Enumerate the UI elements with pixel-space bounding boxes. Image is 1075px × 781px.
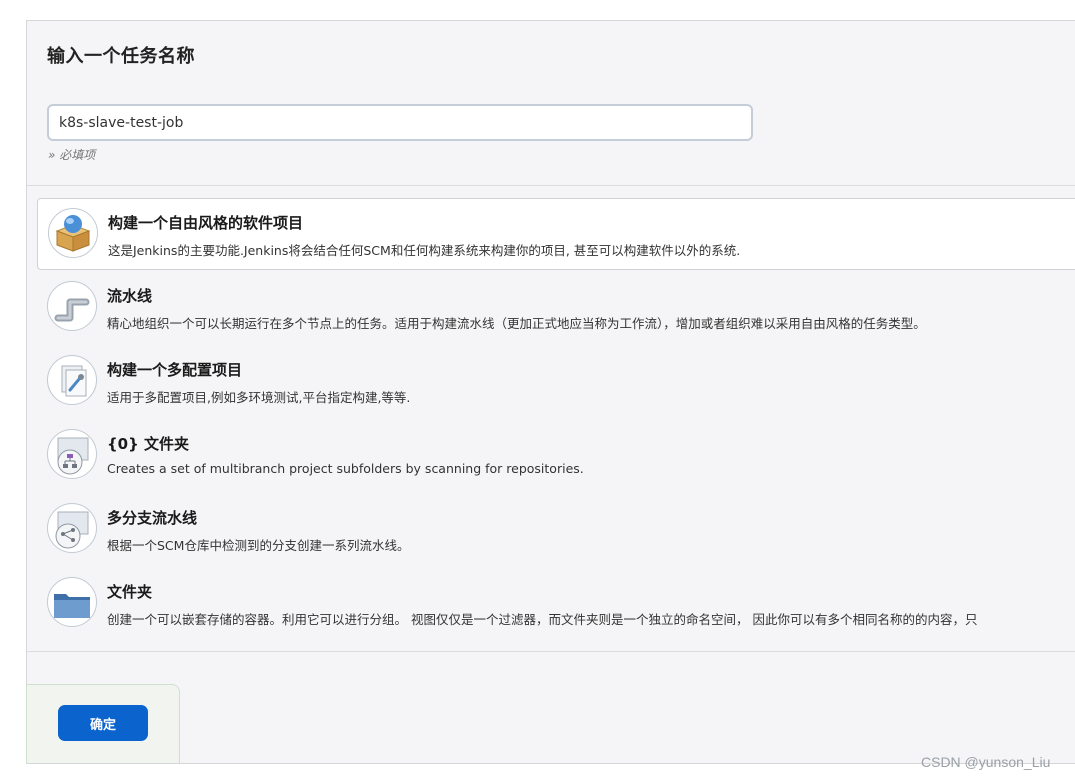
item-type-title: 构建一个自由风格的软件项目 xyxy=(108,214,304,232)
folder-icon xyxy=(47,577,97,627)
freestyle-package-icon xyxy=(48,208,98,258)
form-footer: 确定 xyxy=(26,684,180,763)
item-type-title: 构建一个多配置项目 xyxy=(107,361,243,379)
item-type-folder[interactable]: 文件夹 创建一个可以嵌套存储的容器。利用它可以进行分组。 视图仅仅是一个过滤器，… xyxy=(37,568,1075,638)
item-type-pipeline[interactable]: 流水线 精心地组织一个可以长期运行在多个节点上的任务。适用于构建流水线（更加正式… xyxy=(37,272,1075,342)
item-type-title: 多分支流水线 xyxy=(107,509,198,527)
organization-folder-icon xyxy=(47,429,97,479)
page-title: 输入一个任务名称 xyxy=(47,46,195,67)
item-type-multi-config[interactable]: 构建一个多配置项目 适用于多配置项目,例如多环境测试,平台指定构建,等等. xyxy=(37,346,1075,416)
item-name-input[interactable] xyxy=(47,104,753,141)
item-type-description: 创建一个可以嵌套存储的容器。利用它可以进行分组。 视图仅仅是一个过滤器，而文件夹… xyxy=(107,612,978,627)
item-type-description: Creates a set of multibranch project sub… xyxy=(107,461,584,476)
item-type-multibranch-pipeline[interactable]: 多分支流水线 根据一个SCM仓库中检测到的分支创建一系列流水线。 xyxy=(37,494,1075,564)
new-item-panel: 输入一个任务名称 » 必填项 构建一个自由风格的软件项目 这是Jenkins的主… xyxy=(26,20,1075,764)
required-hint: » 必填项 xyxy=(48,148,96,162)
item-type-organization-folder[interactable]: {0} 文件夹 Creates a set of multibranch pro… xyxy=(37,420,1075,490)
item-name-section: 输入一个任务名称 » 必填项 xyxy=(27,21,1075,186)
item-type-description: 适用于多配置项目,例如多环境测试,平台指定构建,等等. xyxy=(107,390,411,405)
multi-config-icon xyxy=(47,355,97,405)
item-type-title: {0} 文件夹 xyxy=(107,435,190,453)
ok-button[interactable]: 确定 xyxy=(58,705,148,741)
item-type-description: 根据一个SCM仓库中检测到的分支创建一系列流水线。 xyxy=(107,538,410,553)
multibranch-pipeline-icon xyxy=(47,503,97,553)
item-type-description: 精心地组织一个可以长期运行在多个节点上的任务。适用于构建流水线（更加正式地应当称… xyxy=(107,316,926,331)
item-type-title: 文件夹 xyxy=(107,583,153,601)
item-type-description: 这是Jenkins的主要功能.Jenkins将会结合任何SCM和任何构建系统来构… xyxy=(108,243,741,258)
item-type-freestyle[interactable]: 构建一个自由风格的软件项目 这是Jenkins的主要功能.Jenkins将会结合… xyxy=(37,198,1075,270)
pipeline-icon xyxy=(47,281,97,331)
divider xyxy=(27,651,1075,652)
watermark: CSDN @yunson_Liu xyxy=(921,754,1051,770)
item-type-title: 流水线 xyxy=(107,287,153,305)
